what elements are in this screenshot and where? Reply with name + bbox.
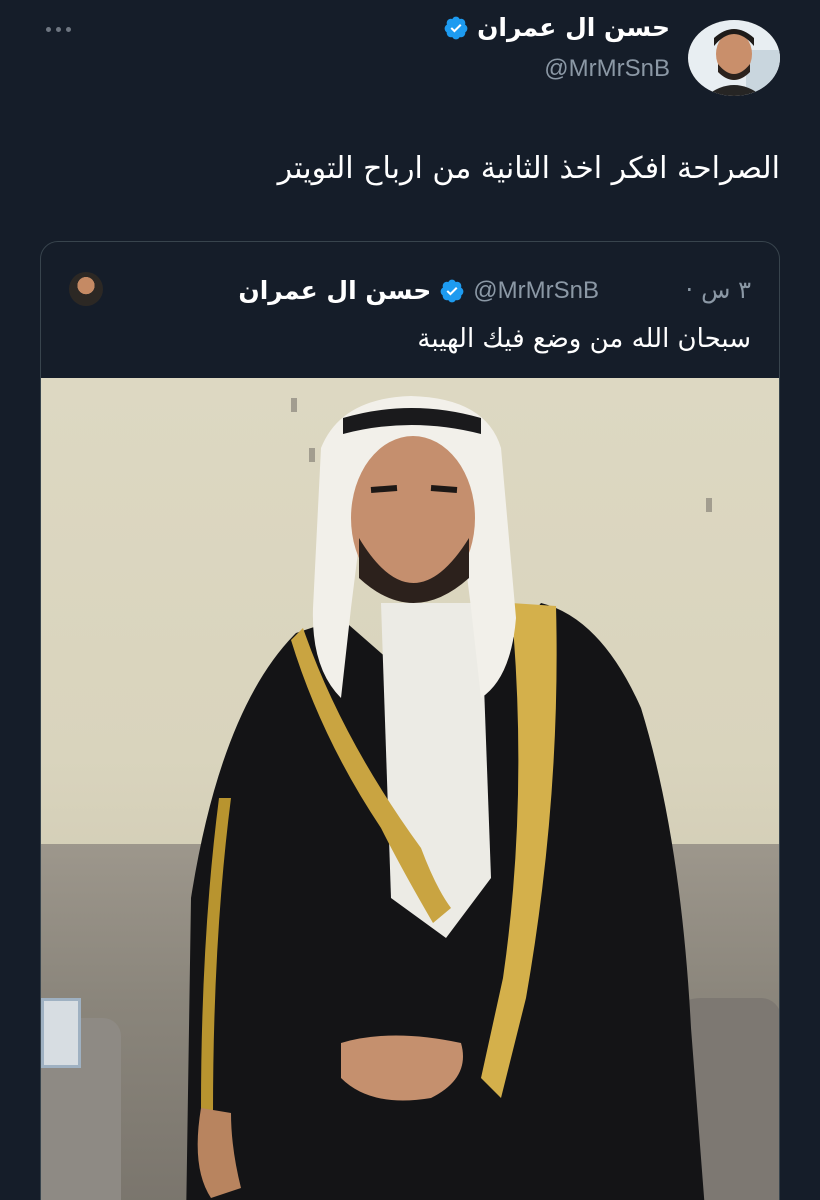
tweet-author[interactable]: حسن ال عمران @MrMrSnB [443,12,670,84]
more-dot [55,26,61,32]
tweet-text: الصراحة افكر اخذ الثانية من ارباح التويت… [277,151,780,186]
avatar-photo [688,20,780,96]
quoted-author-avatar[interactable] [69,272,103,306]
quoted-tweet-author[interactable]: @MrMrSnB حسن ال عمران [238,276,599,305]
more-dot [45,26,51,32]
quoted-tweet-photo[interactable] [41,378,779,1200]
quoted-tweet-card[interactable]: · ٣ س @MrMrSnB حسن ال عمران سبحان الله م… [40,241,780,1200]
quoted-author-name[interactable]: حسن ال عمران [238,276,431,305]
quoted-tweet-text: سبحان الله من وضع فيك الهيبة [417,324,751,354]
meta-separator: · [685,276,694,304]
more-options-button[interactable] [40,18,76,40]
photo-person [186,396,705,1200]
verified-badge-icon [444,16,468,40]
author-name[interactable]: حسن ال عمران [477,12,670,44]
quoted-tweet-header: · ٣ س @MrMrSnB حسن ال عمران سبحان الله م… [41,242,779,377]
author-name-row: حسن ال عمران [443,12,670,44]
quoted-tweet-time[interactable]: ٣ س [701,276,751,304]
author-handle[interactable]: @MrMrSnB [443,54,670,84]
quoted-author-handle[interactable]: @MrMrSnB [473,277,599,305]
verified-badge-icon [440,279,464,302]
author-avatar[interactable] [688,20,780,96]
more-dot [65,26,71,32]
quoted-tweet-time-wrap: · ٣ س [686,276,751,304]
tweet-view: حسن ال عمران @MrMrSnB الصراحة افكر اخذ ا… [0,0,820,1200]
